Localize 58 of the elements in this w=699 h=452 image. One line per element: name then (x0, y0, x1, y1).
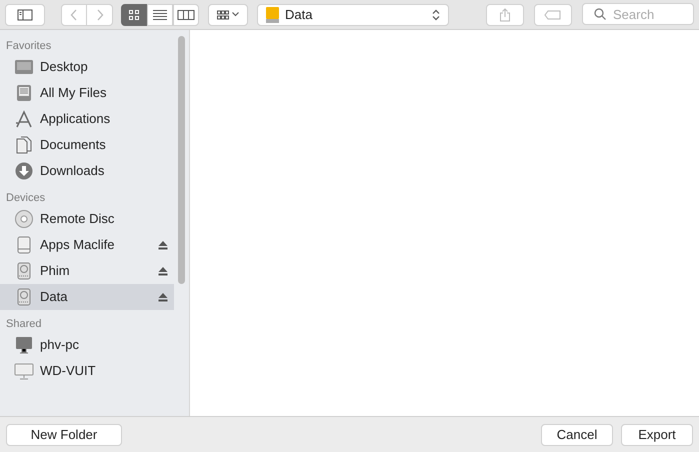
chevron-left-icon (70, 8, 78, 20)
desktop-icon (14, 57, 34, 77)
search-field[interactable]: Search (582, 3, 694, 25)
sidebar-toggle-button[interactable] (5, 4, 45, 26)
sidebar-item[interactable]: WD-VUIT (0, 358, 174, 384)
chevron-down-icon (232, 12, 239, 17)
location-popup[interactable]: Data (257, 4, 449, 26)
search-icon (594, 8, 606, 20)
sidebar-item[interactable]: phv-pc (0, 332, 174, 358)
sidebar-item[interactable]: Data (0, 284, 174, 310)
sidebar-item[interactable]: Desktop (0, 54, 174, 80)
sidebar-section-title: Favorites (5, 39, 52, 54)
new-folder-button[interactable]: New Folder (6, 424, 122, 446)
sidebar-item-label: Documents (40, 136, 107, 154)
sidebar-item[interactable]: Remote Disc (0, 206, 174, 232)
location-label: Data (285, 6, 312, 24)
export-button[interactable]: Export (621, 424, 693, 446)
sidebar-item[interactable]: Phim (0, 258, 174, 284)
file-tray-icon (14, 83, 34, 103)
download-icon (14, 161, 34, 181)
sidebar-section-title: Devices (5, 191, 46, 206)
sidebar-item-label: Downloads (40, 162, 106, 180)
sidebar-item-label: Data (40, 288, 68, 306)
arrange-button[interactable] (208, 4, 248, 26)
monitor-icon (14, 361, 34, 381)
sidebar-item-label: All My Files (40, 84, 108, 102)
sidebar-item-label: WD-VUIT (40, 362, 97, 380)
sidebar-item-label: Applications (40, 110, 112, 128)
drive-icon (266, 6, 279, 22)
sidebar-section-title: Shared (5, 317, 42, 332)
sidebar-item-label: Phim (40, 262, 71, 280)
sidebar-item-label: Desktop (40, 58, 89, 76)
sidebar-item-label: Remote Disc (40, 210, 116, 228)
sidebar-item-label: Apps Maclife (40, 236, 116, 254)
sidebar-item[interactable]: All My Files (0, 80, 174, 106)
disc-icon (14, 209, 34, 229)
eject-icon[interactable] (158, 240, 168, 250)
eject-icon[interactable] (158, 292, 168, 302)
grid-icon (128, 8, 140, 20)
up-down-chevron-icon (432, 8, 440, 20)
chevron-right-icon (96, 8, 104, 20)
list-icon (152, 8, 168, 20)
view-mode-button[interactable] (121, 4, 147, 26)
columns-icon (177, 8, 195, 20)
sidebar-item-label: phv-pc (40, 336, 80, 354)
sidebar-item[interactable]: Applications (0, 106, 174, 132)
sidebar-icon (17, 8, 33, 20)
monitor-icon (14, 335, 34, 355)
applications-icon (14, 109, 34, 129)
sidebar-item[interactable]: Downloads (0, 158, 174, 184)
cancel-button[interactable]: Cancel (541, 424, 613, 446)
sidebar-item[interactable]: Apps Maclife (0, 232, 174, 258)
tag-icon (544, 10, 562, 20)
sidebar-item[interactable]: Documents (0, 132, 174, 158)
eject-icon[interactable] (158, 266, 168, 276)
share-icon (499, 8, 511, 22)
documents-icon (14, 135, 34, 155)
arrange-grid-icon (217, 10, 229, 20)
